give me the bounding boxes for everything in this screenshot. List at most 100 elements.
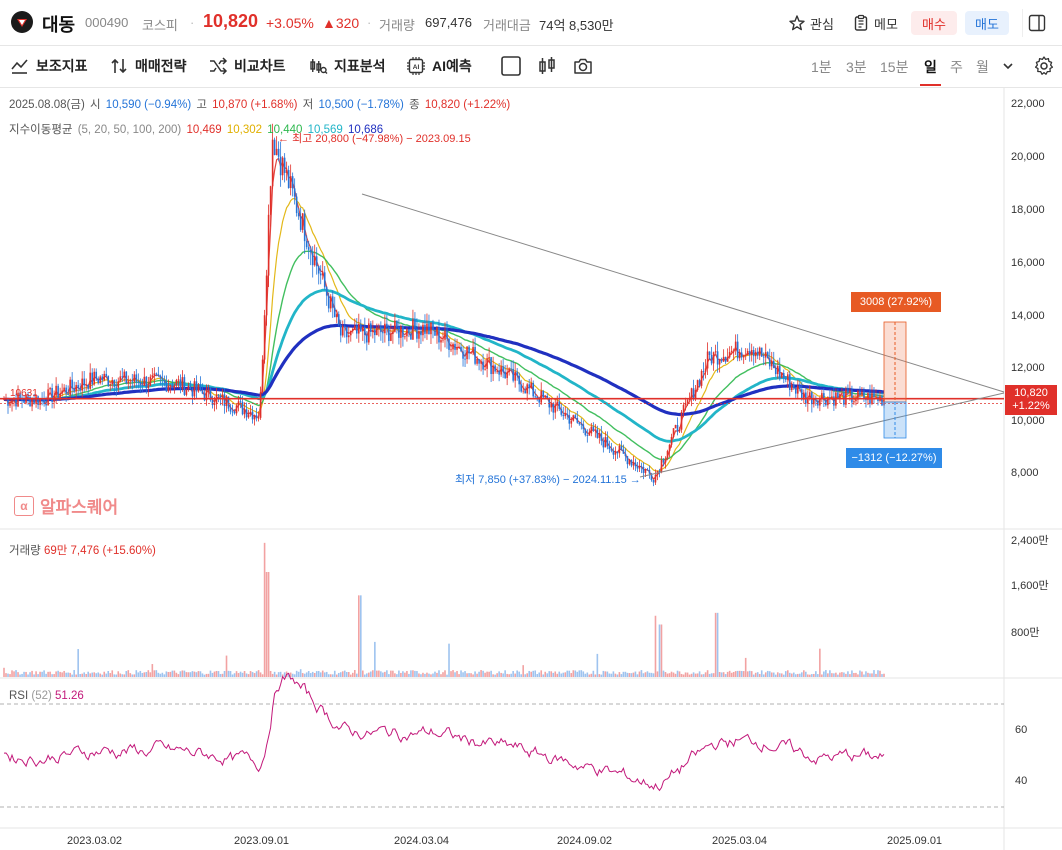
period-3min[interactable]: 3분 bbox=[846, 57, 867, 77]
candle-body bbox=[51, 388, 53, 402]
volume-bar bbox=[193, 671, 196, 677]
candle-body bbox=[458, 346, 460, 348]
candle-body bbox=[668, 444, 671, 452]
candle-body bbox=[428, 323, 430, 335]
period-month[interactable]: 월 bbox=[976, 57, 989, 77]
candle-body bbox=[558, 401, 561, 409]
volume-bar bbox=[750, 671, 753, 677]
volume-bar bbox=[167, 671, 170, 677]
candle-body bbox=[516, 371, 518, 376]
volume-bar bbox=[608, 673, 611, 677]
candle-body bbox=[845, 389, 847, 405]
watch-button[interactable]: 관심 bbox=[788, 11, 834, 35]
volume-bar bbox=[853, 672, 855, 677]
volume-bar bbox=[835, 672, 837, 677]
volume-bar bbox=[51, 674, 53, 677]
toolbar-item-label: AI예측 bbox=[432, 58, 472, 74]
period-week[interactable]: 주 bbox=[950, 57, 963, 77]
chart-type-candle-button[interactable] bbox=[536, 55, 558, 77]
volume-bar bbox=[819, 648, 821, 677]
volume-bar bbox=[185, 672, 188, 677]
compare-chart-button[interactable]: 비교차트 bbox=[208, 55, 286, 77]
screenshot-button[interactable] bbox=[572, 55, 594, 77]
buy-sell-arrows-icon bbox=[111, 58, 127, 74]
volume-bar bbox=[606, 671, 609, 677]
buy-button[interactable]: 매수 bbox=[911, 11, 957, 35]
candle-body bbox=[520, 384, 522, 392]
volume-bar bbox=[213, 671, 216, 677]
sell-button[interactable]: 매도 bbox=[965, 11, 1009, 35]
candle-body bbox=[646, 469, 649, 471]
volume-bar bbox=[3, 667, 5, 677]
price-axis-tick: 10,000 bbox=[1011, 415, 1045, 427]
period-1min[interactable]: 1분 bbox=[811, 57, 832, 77]
volume-bar bbox=[738, 670, 741, 677]
candle-body bbox=[301, 213, 304, 230]
ai-predict-button[interactable]: AI AI예측 bbox=[406, 55, 472, 77]
candle-body bbox=[65, 387, 67, 394]
volume-bar bbox=[811, 674, 813, 677]
candle-body bbox=[544, 395, 547, 398]
layout-toggle-button[interactable] bbox=[1022, 9, 1050, 37]
volume-bar bbox=[626, 672, 629, 677]
volume-bar bbox=[604, 671, 607, 677]
volume-bar bbox=[269, 670, 272, 677]
strategy-button[interactable]: 매매전략 bbox=[109, 55, 187, 77]
candle-body bbox=[760, 347, 763, 357]
volume-bar bbox=[117, 671, 120, 677]
volume-bar bbox=[255, 671, 258, 677]
candle-body bbox=[372, 329, 374, 333]
volume-bar bbox=[223, 670, 226, 677]
candle-body bbox=[103, 373, 106, 381]
volume-bar bbox=[135, 670, 138, 677]
shuffle-icon bbox=[210, 57, 228, 75]
chart-type-square-button[interactable] bbox=[500, 55, 522, 77]
indicators-button[interactable]: 보조지표 bbox=[10, 55, 88, 77]
volume-bar bbox=[710, 673, 713, 677]
price-chart[interactable] bbox=[0, 88, 1062, 850]
candle-body bbox=[414, 319, 416, 329]
candle-body bbox=[616, 451, 619, 454]
star-icon bbox=[789, 15, 805, 31]
candle-body bbox=[552, 403, 555, 413]
candle-body bbox=[305, 241, 308, 248]
candle-body bbox=[482, 361, 484, 370]
volume-bar bbox=[295, 670, 298, 677]
candle-body bbox=[734, 341, 737, 351]
toolbar-item-label: 지표분석 bbox=[334, 58, 386, 74]
candle-body bbox=[221, 394, 224, 398]
candle-body bbox=[183, 377, 186, 395]
candle-body bbox=[784, 378, 787, 380]
candle-body bbox=[420, 331, 422, 336]
candle-body bbox=[388, 326, 390, 341]
period-day[interactable]: 일 bbox=[924, 57, 937, 77]
indicator-analysis-button[interactable]: 지표분석 bbox=[308, 55, 386, 77]
left-price-label: 10631 bbox=[10, 388, 38, 399]
volume-bar bbox=[690, 673, 693, 677]
candle-body bbox=[786, 374, 789, 380]
volume-bar bbox=[526, 673, 528, 677]
memo-button[interactable]: 메모 bbox=[852, 11, 898, 35]
volume-bar bbox=[327, 674, 330, 677]
period-15min[interactable]: 15분 bbox=[880, 57, 908, 77]
volume-bar bbox=[602, 670, 605, 677]
candle-body bbox=[456, 347, 458, 350]
candle-body bbox=[480, 361, 482, 364]
candle-body bbox=[45, 404, 47, 406]
period-dropdown[interactable] bbox=[997, 55, 1019, 77]
candle-body bbox=[847, 389, 849, 393]
candle-body bbox=[171, 385, 174, 389]
volume-bar bbox=[45, 673, 47, 677]
settings-button[interactable] bbox=[1033, 55, 1055, 77]
volume-bar bbox=[319, 672, 322, 677]
candle-body bbox=[347, 335, 350, 338]
candle-body bbox=[662, 459, 665, 463]
candle-body bbox=[255, 415, 258, 419]
volume-bar bbox=[734, 671, 737, 677]
candle-body bbox=[181, 377, 184, 389]
candle-body bbox=[594, 429, 597, 431]
candle-body bbox=[522, 390, 524, 392]
candle-body bbox=[370, 323, 372, 333]
volume-bar bbox=[29, 672, 31, 677]
volume-bar bbox=[464, 671, 466, 677]
